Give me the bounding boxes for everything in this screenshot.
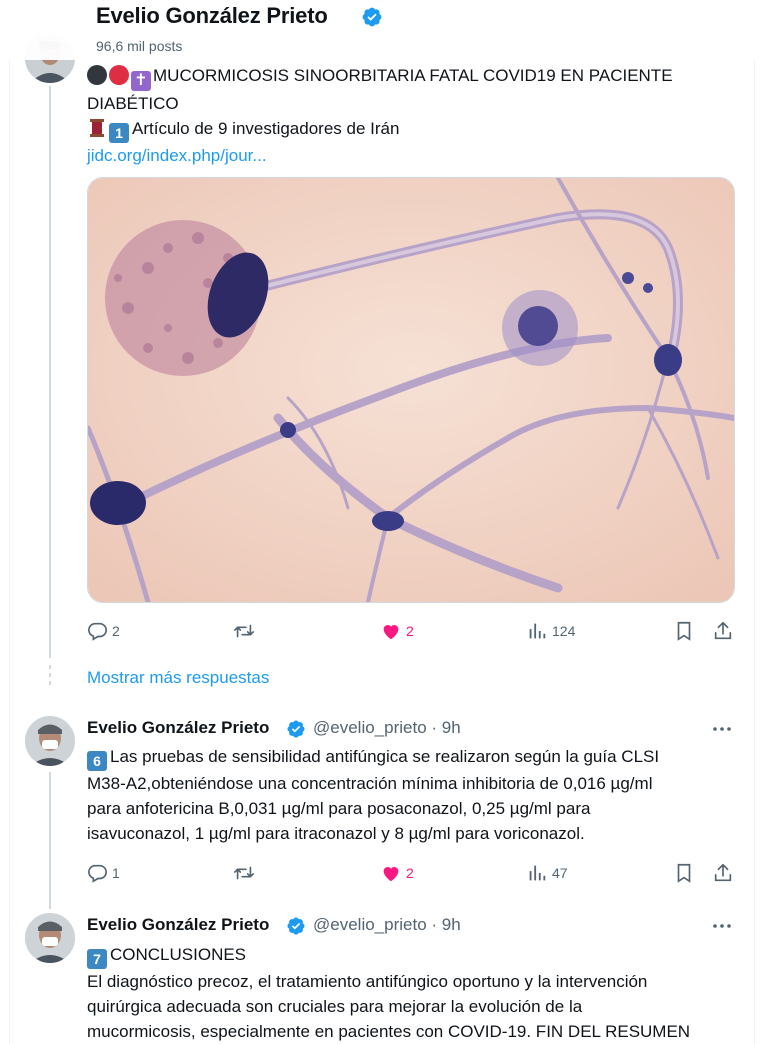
tweet2-line1: 6 Las pruebas de sensibilidad antifúngica… [87,744,659,771]
tweet3-line4: mucormicosis, especialmente en pacientes… [87,1022,691,1041]
thread-spool-icon [90,119,104,137]
more-icon[interactable] [710,914,734,938]
tweet2-author-name[interactable]: Evelio González Prieto [87,718,269,738]
reply-icon [88,622,107,641]
bookmark-button[interactable] [673,861,695,885]
header-name: Evelio González Prieto [96,3,328,28]
views-button[interactable]: 47 [526,861,568,885]
heart-icon [383,867,399,882]
like-button[interactable]: 2 [380,861,414,885]
bookmark-icon [677,621,691,641]
profile-header: Evelio González Prieto 96,6 mil posts [0,0,755,60]
tweet1-line2: DIABÉTICO [87,94,179,113]
thread-gap [49,665,51,689]
share-icon [714,863,732,882]
tweet2-text: 6 Las pruebas de sensibilidad antifúngica… [87,744,659,846]
tweet2-line4: isavuconazol, 1 µg/ml para itraconazol y… [87,824,585,843]
thread-line [49,772,51,909]
verified-icon [287,917,305,935]
keycap-six-icon: 6 [87,751,107,771]
tweet3-line2: El diagnóstico precoz, el tratamiento an… [87,972,648,991]
tweet3-handle[interactable]: @evelio_prieto · 9h [313,915,461,935]
like-count: 2 [406,865,414,881]
tweet1-image[interactable] [87,177,735,603]
tweet3-line3: quirúrgica adecuada son cruciales para m… [87,997,583,1016]
views-button[interactable]: 124 [526,619,575,643]
show-more-replies-link[interactable]: Mostrar más respuestas [87,668,269,688]
left-column-border [9,0,10,1044]
retweet-button[interactable] [232,619,256,643]
share-button[interactable] [712,619,734,643]
views-count: 47 [552,865,568,881]
tweet1-line3: 1 Artículo de 9 investigadores de Irán [87,116,673,143]
post-count: 96,6 mil posts [96,38,183,54]
like-button[interactable]: 2 [380,619,414,643]
retweet-icon [234,866,254,880]
tweet2-actions: 1 2 47 [86,861,736,885]
tweet2-line3: para anfotericina B,0,031 µg/ml para pos… [87,799,591,818]
avatar[interactable] [25,716,75,766]
tweet1-actions: 2 2 124 [86,619,736,643]
thread-line [49,86,51,658]
like-count: 2 [406,623,414,639]
tweet2-time: 9h [441,718,461,737]
red-circle-icon [109,65,129,85]
verified-icon [287,720,305,738]
avatar[interactable] [25,913,75,963]
tweet2-handle[interactable]: @evelio_prieto · 9h [313,718,461,738]
reply-count: 1 [112,865,120,881]
share-button[interactable] [712,861,734,885]
verified-icon [362,7,382,27]
latin-cross-icon: ✝ [131,71,151,91]
reply-button[interactable]: 2 [86,619,120,643]
reply-count: 2 [112,623,120,639]
tweet1-text: ✝ MUCORMICOSIS SINOORBITARIA FATAL COVID1… [87,63,673,168]
views-icon [529,865,546,881]
more-icon[interactable] [710,717,734,741]
reply-button[interactable]: 1 [86,861,120,885]
tweet3-author-name[interactable]: Evelio González Prieto [87,915,269,935]
views-count: 124 [552,623,576,639]
bookmark-icon [677,863,691,883]
reply-icon [88,864,107,883]
retweet-icon [234,624,254,638]
keycap-seven-icon: 7 [87,949,107,969]
tweet3-line1: 7 CONCLUSIONES [87,942,690,969]
tweet1-link[interactable]: jidc.org/index.php/jour... [87,146,267,165]
tweet1-line1: ✝ MUCORMICOSIS SINOORBITARIA FATAL COVID1… [87,63,673,91]
black-circle-icon [87,65,107,85]
right-column-border [754,0,755,1044]
tweet3-text: 7 CONCLUSIONES El diagnóstico precoz, el … [87,942,690,1044]
keycap-one-icon: 1 [109,123,129,143]
heart-icon [383,625,399,640]
tweet2-line2: M38-A2,obteniéndose una concentración mí… [87,774,653,793]
views-icon [529,623,546,639]
tweet3-time: 9h [441,915,461,934]
bookmark-button[interactable] [673,619,695,643]
retweet-button[interactable] [232,861,256,885]
share-icon [714,621,732,640]
